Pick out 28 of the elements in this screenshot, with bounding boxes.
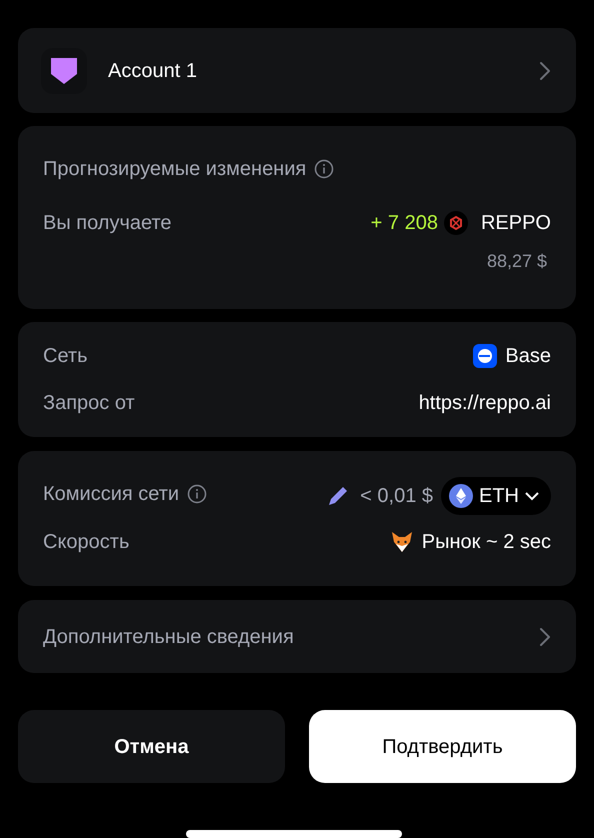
section-title: Прогнозируемые изменения bbox=[43, 157, 306, 182]
shield-icon bbox=[51, 58, 77, 84]
more-details-row[interactable]: Дополнительные сведения bbox=[18, 600, 576, 673]
chevron-right-icon bbox=[539, 60, 551, 80]
token-symbol: REPPO bbox=[480, 211, 551, 236]
info-icon[interactable] bbox=[187, 484, 208, 504]
receive-label: Вы получаете bbox=[43, 211, 172, 236]
detail-label: Сеть bbox=[43, 344, 88, 369]
speed-value: Рынок ~ 2 sec bbox=[422, 530, 551, 555]
chevron-right-icon bbox=[539, 626, 551, 646]
confirm-button[interactable]: Подтвердить bbox=[309, 710, 576, 783]
detail-label: Запрос от bbox=[43, 391, 135, 416]
detail-value: https://reppo.ai bbox=[418, 391, 551, 416]
receive-amount: + 7 208 bbox=[370, 211, 438, 236]
token-logo-icon bbox=[444, 211, 468, 235]
account-name: Account 1 bbox=[108, 58, 198, 84]
fee-label: Комиссия сети bbox=[43, 482, 180, 507]
eth-logo-icon bbox=[449, 484, 473, 508]
cancel-button[interactable]: Отмена bbox=[18, 710, 285, 783]
info-icon[interactable] bbox=[314, 159, 334, 179]
fee-value: < 0,01 $ bbox=[360, 484, 433, 509]
fox-icon bbox=[390, 530, 414, 554]
speed-label: Скорость bbox=[43, 530, 130, 555]
token-selector[interactable]: ETH bbox=[441, 477, 551, 515]
fiat-value: 88,27 $ bbox=[486, 250, 547, 273]
chevron-down-icon bbox=[525, 491, 539, 501]
network-logo-icon bbox=[473, 344, 498, 368]
detail-value: Base bbox=[505, 344, 551, 369]
